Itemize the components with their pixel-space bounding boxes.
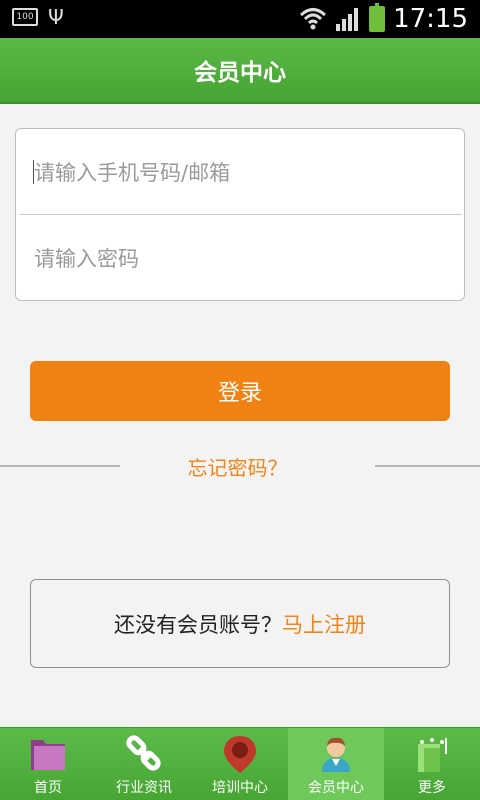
phone-email-placeholder: 请输入手机号码/邮箱 (34, 161, 231, 185)
tab-news[interactable]: 行业资讯 (96, 728, 192, 800)
folder-icon (31, 740, 65, 770)
status-bar: 100 Ψ 17:15 (0, 0, 480, 38)
clock: 17:15 (393, 4, 468, 34)
register-link[interactable]: 马上注册 (282, 609, 366, 639)
page-title: 会员中心 (194, 60, 286, 86)
tab-training[interactable]: 培训中心 (192, 728, 288, 800)
more-icon (418, 738, 447, 772)
forgot-password-row: 忘记密码？ (0, 448, 480, 484)
tab-label-home: 首页 (34, 780, 62, 796)
battery-level-icon: 100 (12, 8, 38, 26)
user-icon (322, 737, 350, 772)
password-input[interactable]: 请输入密码 (16, 215, 464, 301)
battery-icon (369, 3, 386, 32)
tab-label-member: 会员中心 (308, 780, 364, 796)
divider-left (0, 465, 120, 467)
tab-label-news: 行业资讯 (116, 780, 172, 796)
text-cursor (33, 160, 34, 184)
tab-label-more: 更多 (418, 780, 446, 796)
tab-label-training: 培训中心 (212, 780, 268, 796)
link-icon (126, 735, 161, 771)
register-box: 还没有会员账号？ 马上注册 (30, 579, 450, 668)
tab-home[interactable]: 首页 (0, 728, 96, 800)
phone-email-input[interactable]: 请输入手机号码/邮箱 (16, 129, 464, 215)
wifi-icon (300, 8, 327, 30)
tab-member[interactable]: 会员中心 (288, 728, 384, 800)
divider-right (375, 465, 480, 467)
forgot-password-link[interactable]: 忘记密码？ (120, 448, 355, 484)
header-bar: 会员中心 (0, 38, 480, 104)
bottom-tab-bar: 首页 行业资讯 培训中心 会员中心 更多 (0, 727, 480, 800)
tab-more[interactable]: 更多 (384, 728, 480, 800)
location-pin-icon (224, 736, 256, 773)
login-button[interactable]: 登录 (30, 361, 450, 421)
signal-icon (336, 8, 359, 31)
register-prompt: 还没有会员账号？ (114, 612, 282, 637)
password-placeholder: 请输入密码 (34, 247, 139, 271)
login-form: 请输入手机号码/邮箱 请输入密码 (15, 128, 465, 301)
usb-icon: Ψ (48, 5, 64, 29)
